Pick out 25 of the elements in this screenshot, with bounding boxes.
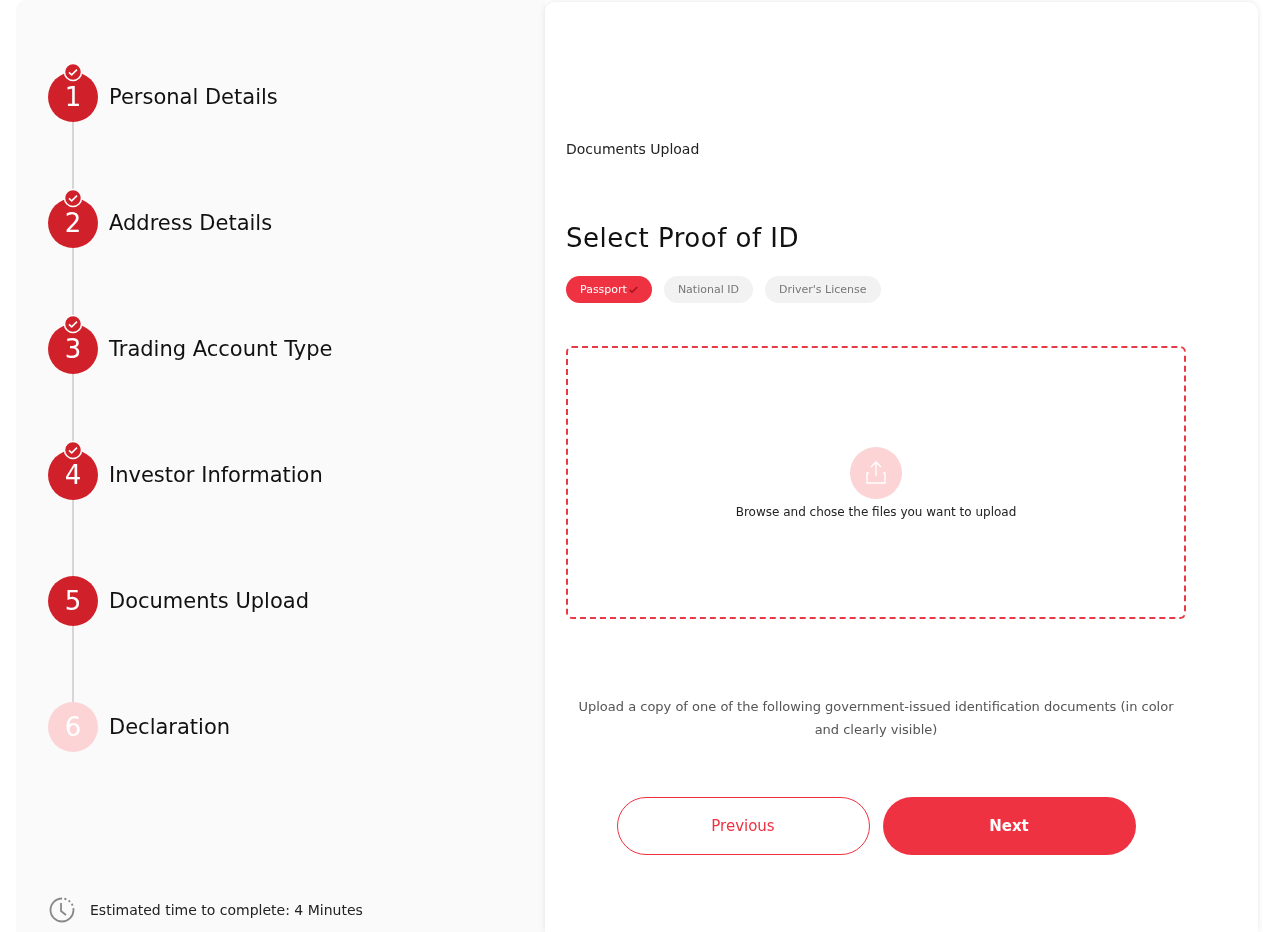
check-icon	[63, 440, 83, 460]
check-icon	[628, 285, 638, 294]
upload-instructions: Upload a copy of one of the following government-issued identification documents (in color and clearly visible)	[577, 698, 1175, 739]
id-type-chip[interactable]: National ID	[663, 276, 753, 303]
check-icon	[63, 188, 83, 208]
step-label[interactable]: Documents Upload	[109, 576, 309, 626]
step-label[interactable]: Investor Information	[109, 450, 323, 500]
heading: Select Proof of ID	[566, 223, 801, 253]
step-number: 5	[48, 576, 98, 626]
previous-button[interactable]: Previous	[616, 797, 870, 855]
id-type-chip[interactable]: Passport	[566, 276, 652, 303]
step-label[interactable]: Personal Details	[109, 72, 278, 122]
estimate-text: Estimated time to complete: 4 Minutes	[90, 902, 363, 918]
step-label[interactable]: Address Details	[109, 198, 273, 248]
step-label[interactable]: Trading Account Type	[109, 324, 333, 374]
next-button[interactable]: Next	[882, 797, 1136, 855]
upload-icon	[850, 446, 902, 499]
id-type-chip[interactable]: Driver's License	[764, 276, 881, 303]
clock-icon	[48, 896, 76, 924]
section-label: Documents Upload	[566, 141, 701, 157]
step-label[interactable]: Declaration	[109, 702, 231, 752]
upload-dropzone[interactable]: Browse and chose the files you want to upload	[566, 346, 1186, 619]
check-icon	[63, 314, 83, 334]
dropzone-text: Browse and chose the files you want to upload	[735, 504, 1017, 519]
check-icon	[63, 62, 83, 82]
